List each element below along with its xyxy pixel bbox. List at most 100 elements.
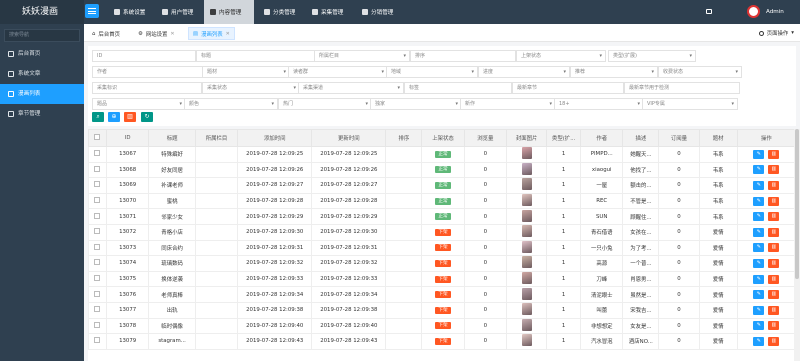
row-checkbox[interactable] bbox=[94, 337, 101, 344]
delete-button[interactable]: ▥ bbox=[768, 290, 780, 300]
filter-hot[interactable]: 热门 bbox=[278, 98, 372, 110]
filter-recommend[interactable]: 推荐 bbox=[570, 66, 658, 78]
cover-thumbnail[interactable] bbox=[521, 272, 532, 285]
select-all-checkbox-cell[interactable] bbox=[88, 129, 107, 147]
edit-button[interactable]: ✎ bbox=[753, 227, 765, 237]
cover-thumbnail[interactable] bbox=[521, 303, 532, 316]
edit-button[interactable]: ✎ bbox=[753, 274, 765, 284]
tab-comic-list[interactable]: ▤ 漫画列表 ✕ bbox=[188, 27, 235, 40]
edit-button[interactable]: ✎ bbox=[753, 290, 765, 300]
table-row[interactable]: 13069 补课老师 2019-07-28 12:09:27 2019-07-28 1… bbox=[88, 177, 796, 194]
table-row[interactable]: 13072 青格小店 2019-07-28 12:09:30 2019-07-28 1… bbox=[88, 223, 796, 241]
delete-button[interactable]: ▥ bbox=[768, 227, 780, 237]
filter-title[interactable]: 标题 bbox=[196, 50, 316, 62]
table-row[interactable]: 13068 好友同居 2019-07-28 12:09:26 2019-07-28 1… bbox=[88, 161, 796, 179]
table-row[interactable]: 13079 stagram... 2019-07-28 12:09:43 2019-0… bbox=[88, 333, 796, 350]
table-row[interactable]: 13075 换体逆袭 2019-07-28 12:09:33 2019-07-28 1… bbox=[88, 270, 796, 288]
filter-id[interactable]: ID bbox=[92, 50, 196, 62]
nav-user-management[interactable]: 用户管理 bbox=[156, 0, 199, 24]
nav-category-management[interactable]: 分类管理 bbox=[258, 0, 301, 24]
search-button[interactable]: ⌕ bbox=[92, 112, 104, 122]
nav-system-settings[interactable]: 系统设置 bbox=[108, 0, 151, 24]
table-row[interactable]: 13067 特殊癖好 2019-07-28 12:09:25 2019-07-28 1… bbox=[88, 146, 796, 163]
cover-thumbnail[interactable] bbox=[521, 334, 532, 347]
status-badge[interactable]: 正常 bbox=[435, 197, 451, 205]
delete-button[interactable]: ▥ bbox=[768, 321, 780, 331]
batch-delete-button[interactable]: ▥ bbox=[124, 112, 136, 122]
status-badge[interactable]: 下架 bbox=[435, 337, 451, 345]
edit-button[interactable]: ✎ bbox=[753, 243, 765, 253]
table-row[interactable]: 13078 临时偶像 2019-07-28 12:09:40 2019-07-28 1… bbox=[88, 317, 796, 335]
delete-button[interactable]: ▥ bbox=[768, 258, 780, 268]
row-checkbox[interactable] bbox=[94, 212, 101, 219]
nav-collect-management[interactable]: 采集管理 bbox=[306, 0, 349, 24]
table-row[interactable]: 13076 老师真棒 2019-07-28 12:09:34 2019-07-28 1… bbox=[88, 286, 796, 303]
filter-collect-status[interactable]: 采集状态 bbox=[202, 82, 300, 94]
status-badge[interactable]: 正常 bbox=[435, 181, 451, 189]
cover-thumbnail[interactable] bbox=[521, 147, 532, 160]
status-badge[interactable]: 下架 bbox=[435, 259, 451, 267]
table-row[interactable]: 13077 出轨 2019-07-28 12:09:38 2019-07-28 12:… bbox=[88, 301, 796, 319]
close-icon[interactable]: ✕ bbox=[226, 31, 230, 37]
cover-thumbnail[interactable] bbox=[521, 194, 532, 207]
cover-thumbnail[interactable] bbox=[521, 209, 532, 222]
filter-region[interactable]: 地域 bbox=[386, 66, 478, 78]
cover-thumbnail[interactable] bbox=[521, 225, 532, 238]
status-badge[interactable]: 下架 bbox=[435, 244, 451, 252]
row-checkbox[interactable] bbox=[94, 228, 101, 235]
edit-button[interactable]: ✎ bbox=[753, 212, 765, 222]
filter-exclusive[interactable]: 独家 bbox=[370, 98, 462, 110]
row-checkbox[interactable] bbox=[94, 290, 101, 297]
filter-vip[interactable]: VIP专属 bbox=[642, 98, 738, 110]
status-badge[interactable]: 正常 bbox=[435, 166, 451, 174]
row-checkbox[interactable] bbox=[94, 275, 101, 282]
edit-button[interactable]: ✎ bbox=[753, 165, 765, 175]
filter-color[interactable]: 颜色 bbox=[184, 98, 278, 110]
clear-cache-icon[interactable] bbox=[706, 9, 712, 14]
tab-site-settings[interactable]: ⚙ 网站设置 ✕ bbox=[134, 27, 179, 40]
cover-thumbnail[interactable] bbox=[521, 256, 532, 269]
add-button[interactable]: ⊕ bbox=[108, 112, 120, 122]
filter-sort[interactable]: 排序 bbox=[410, 50, 516, 62]
cover-thumbnail[interactable] bbox=[521, 178, 532, 191]
edit-button[interactable]: ✎ bbox=[753, 180, 765, 190]
row-checkbox[interactable] bbox=[94, 243, 101, 250]
table-row[interactable]: 13073 同床合约 2019-07-28 12:09:31 2019-07-28 1… bbox=[88, 239, 796, 257]
filter-progress[interactable]: 进度 bbox=[478, 66, 570, 78]
filter-collect-id[interactable]: 采集标识 bbox=[92, 82, 202, 94]
delete-button[interactable]: ▥ bbox=[768, 212, 780, 222]
filter-status[interactable]: 上架状态 bbox=[516, 50, 606, 62]
row-checkbox[interactable] bbox=[94, 181, 101, 188]
nav-distribution-management[interactable]: 分销管理 bbox=[356, 0, 399, 24]
row-checkbox[interactable] bbox=[94, 165, 101, 172]
row-checkbox[interactable] bbox=[94, 259, 101, 266]
filter-category[interactable]: 所属栏目 bbox=[314, 50, 410, 62]
edit-button[interactable]: ✎ bbox=[753, 258, 765, 268]
delete-button[interactable]: ▥ bbox=[768, 243, 780, 253]
row-checkbox[interactable] bbox=[94, 150, 101, 157]
status-badge[interactable]: 下架 bbox=[435, 306, 451, 314]
sidebar-item-chapters[interactable]: 章节管理 bbox=[0, 104, 84, 124]
filter-theme[interactable]: 题材 bbox=[202, 66, 290, 78]
page-operations-dropdown[interactable]: 页面操作 ▾ bbox=[758, 27, 794, 39]
filter-new[interactable]: 新作 bbox=[460, 98, 556, 110]
avatar[interactable] bbox=[747, 5, 760, 18]
cover-thumbnail[interactable] bbox=[521, 241, 532, 253]
filter-quality[interactable]: 题品 bbox=[92, 98, 186, 110]
edit-button[interactable]: ✎ bbox=[753, 149, 765, 159]
cover-thumbnail[interactable] bbox=[521, 319, 532, 331]
status-badge[interactable]: 下架 bbox=[435, 291, 451, 299]
nav-content-management[interactable]: 内容管理 bbox=[204, 0, 254, 24]
status-badge[interactable]: 正常 bbox=[435, 213, 451, 221]
sidebar-item-articles[interactable]: 系统文章 bbox=[0, 64, 84, 84]
table-row[interactable]: 13074 琉璃数码 2019-07-28 12:09:32 2019-07-28 1… bbox=[88, 255, 796, 272]
select-all-checkbox[interactable] bbox=[94, 134, 101, 140]
row-checkbox[interactable] bbox=[94, 321, 101, 328]
delete-button[interactable]: ▥ bbox=[768, 305, 780, 315]
cover-thumbnail[interactable] bbox=[521, 163, 532, 175]
table-row[interactable]: 13071 邻家少女 2019-07-28 12:09:29 2019-07-28 1… bbox=[88, 208, 796, 225]
scroll-thumb[interactable] bbox=[795, 129, 799, 279]
delete-button[interactable]: ▥ bbox=[768, 149, 780, 159]
filter-adult[interactable]: 18+ bbox=[554, 98, 644, 110]
table-row[interactable]: 13070 蜜桃 2019-07-28 12:09:28 2019-07-28 12:… bbox=[88, 192, 796, 210]
